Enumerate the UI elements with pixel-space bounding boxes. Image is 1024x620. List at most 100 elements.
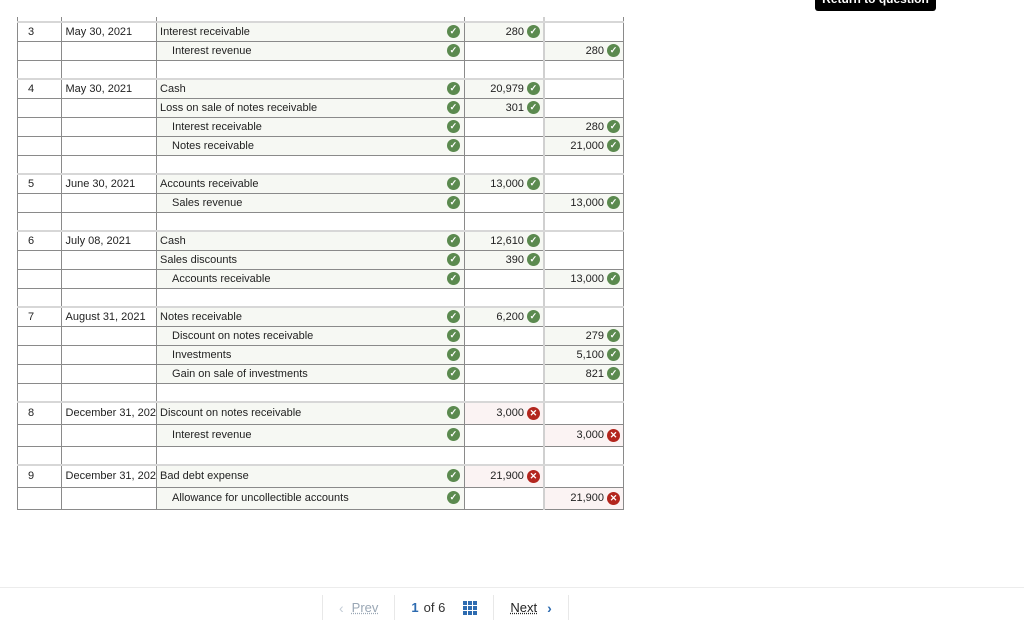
credit-cell-value: 279 xyxy=(585,329,604,342)
chevron-left-icon: ‹ xyxy=(339,599,344,616)
credit-cell[interactable]: 5,100 ✓ xyxy=(543,344,624,365)
account-cell[interactable]: Interest receivable ✓ xyxy=(156,116,465,137)
debit-cell[interactable] xyxy=(463,268,545,289)
debit-cell[interactable]: 21,900 ✕ xyxy=(463,464,545,488)
credit-cell[interactable]: 279 ✓ xyxy=(543,325,624,346)
account-cell[interactable]: Notes receivable ✓ xyxy=(156,306,465,327)
return-to-question-button[interactable]: Return to question xyxy=(815,0,936,11)
account-cell[interactable]: Accounts receivable ✓ xyxy=(156,268,465,289)
correct-icon: ✓ xyxy=(526,253,540,266)
empty-cell xyxy=(463,287,545,308)
account-cell[interactable]: Accounts receivable ✓ xyxy=(156,173,465,194)
debit-cell[interactable] xyxy=(463,192,545,213)
entry-date xyxy=(60,268,158,289)
account-cell[interactable]: Investments ✓ xyxy=(156,344,465,365)
credit-cell[interactable]: 821 ✓ xyxy=(543,363,624,384)
account-cell[interactable]: Cash ✓ xyxy=(156,78,465,99)
debit-cell[interactable]: 20,979 ✓ xyxy=(463,78,545,99)
credit-cell[interactable]: 280 ✓ xyxy=(543,116,624,137)
debit-cell[interactable] xyxy=(463,423,545,447)
entry-number: 3 xyxy=(17,21,62,42)
credit-cell[interactable] xyxy=(543,230,624,251)
entry-date xyxy=(60,192,158,213)
correct-icon: ✓ xyxy=(446,24,460,38)
entry-date xyxy=(60,423,158,447)
prev-button[interactable]: ‹ Prev xyxy=(322,595,394,620)
debit-cell[interactable]: 301 ✓ xyxy=(463,97,545,118)
debit-cell-value: 301 xyxy=(505,101,524,114)
account-cell[interactable]: Interest revenue ✓ xyxy=(156,423,465,447)
credit-cell[interactable]: 13,000 ✓ xyxy=(543,268,624,289)
account-cell[interactable]: Notes receivable ✓ xyxy=(156,135,465,156)
entry-date[interactable]: May 30, 2021 xyxy=(60,21,158,42)
credit-cell[interactable]: 280 ✓ xyxy=(543,40,624,61)
empty-cell xyxy=(543,445,624,466)
account-cell[interactable]: Loss on sale of notes receivable ✓ xyxy=(156,97,465,118)
correct-icon: ✓ xyxy=(526,25,540,39)
debit-cell[interactable] xyxy=(463,486,545,510)
account-cell[interactable]: Gain on sale of investments ✓ xyxy=(156,363,465,384)
account-cell[interactable]: Interest receivable ✓ xyxy=(156,21,465,42)
credit-cell-value-wrap: 279 ✓ xyxy=(586,329,620,342)
account-cell[interactable]: Bad debt expense ✓ xyxy=(156,464,465,488)
debit-cell[interactable]: 280 ✓ xyxy=(463,21,545,42)
debit-cell[interactable] xyxy=(463,344,545,365)
entry-date[interactable]: May 30, 2021 xyxy=(60,78,158,99)
account-cell[interactable]: Interest revenue ✓ xyxy=(156,40,465,61)
entry-spacer-row xyxy=(17,154,624,175)
account-cell[interactable]: Sales revenue ✓ xyxy=(156,192,465,213)
debit-cell[interactable] xyxy=(463,116,545,137)
account-name: Allowance for uncollectible accounts xyxy=(172,492,349,504)
empty-cell xyxy=(60,382,158,403)
credit-cell[interactable] xyxy=(543,401,624,425)
account-cell[interactable]: Sales discounts ✓ xyxy=(156,249,465,270)
credit-cell[interactable] xyxy=(543,97,624,118)
empty-cell xyxy=(60,211,158,232)
grid-icon[interactable] xyxy=(463,600,478,615)
account-cell[interactable]: Discount on notes receivable ✓ xyxy=(156,401,465,425)
credit-cell[interactable] xyxy=(543,78,624,99)
debit-cell[interactable] xyxy=(463,325,545,346)
debit-cell[interactable]: 12,610 ✓ xyxy=(463,230,545,251)
credit-cell[interactable] xyxy=(543,464,624,488)
next-button[interactable]: Next › xyxy=(493,595,569,620)
entry-date[interactable]: July 08, 2021 xyxy=(60,230,158,251)
credit-cell[interactable]: 13,000 ✓ xyxy=(543,192,624,213)
entry-date[interactable]: December 31, 202 xyxy=(60,464,158,488)
credit-cell[interactable]: 21,000 ✓ xyxy=(543,135,624,156)
credit-cell[interactable] xyxy=(543,173,624,194)
debit-cell[interactable]: 13,000 ✓ xyxy=(463,173,545,194)
credit-cell[interactable] xyxy=(543,306,624,327)
credit-cell[interactable]: 21,900 ✕ xyxy=(543,486,624,510)
account-cell[interactable]: Allowance for uncollectible accounts ✓ xyxy=(156,486,465,510)
correct-icon: ✓ xyxy=(607,329,620,342)
account-name: Interest revenue xyxy=(172,429,252,441)
journal-line: 9 December 31, 202 Bad debt expense ✓ 21,900… xyxy=(17,464,624,488)
entry-date[interactable]: August 31, 2021 xyxy=(60,306,158,327)
entry-number xyxy=(17,40,62,61)
debit-cell[interactable]: 6,200 ✓ xyxy=(463,306,545,327)
entry-date xyxy=(60,97,158,118)
credit-cell[interactable]: 3,000 ✕ xyxy=(543,423,624,447)
correct-icon: ✓ xyxy=(526,177,540,191)
account-cell[interactable]: Discount on notes receivable ✓ xyxy=(156,325,465,346)
debit-cell[interactable] xyxy=(463,363,545,384)
empty-cell xyxy=(463,59,545,80)
page-indicator[interactable]: 1 of 6 xyxy=(394,595,493,620)
empty-cell xyxy=(156,445,465,466)
debit-cell[interactable] xyxy=(463,135,545,156)
entry-date[interactable]: December 31, 202 xyxy=(60,401,158,425)
debit-cell[interactable]: 3,000 ✕ xyxy=(463,401,545,425)
debit-cell-value-wrap: 280 ✓ xyxy=(506,25,540,39)
debit-cell[interactable]: 390 ✓ xyxy=(463,249,545,270)
debit-cell[interactable] xyxy=(463,40,545,61)
credit-cell[interactable] xyxy=(543,249,624,270)
account-cell[interactable]: Cash ✓ xyxy=(156,230,465,251)
credit-cell-value-wrap: 821 ✓ xyxy=(586,367,620,380)
credit-cell[interactable] xyxy=(543,21,624,42)
entry-number: 8 xyxy=(17,401,62,425)
correct-icon: ✓ xyxy=(526,234,540,248)
entry-date[interactable]: June 30, 2021 xyxy=(60,173,158,194)
credit-cell-value: 5,100 xyxy=(576,348,604,361)
empty-cell xyxy=(543,211,624,232)
